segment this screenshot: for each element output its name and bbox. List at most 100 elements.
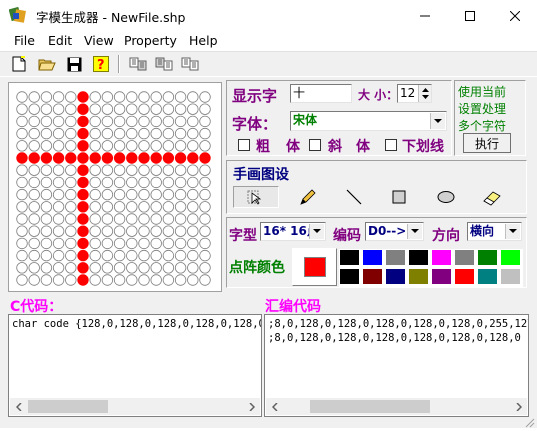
dot-off[interactable]	[65, 103, 77, 115]
palette-swatch[interactable]	[408, 249, 429, 266]
asm-code-scrollbar[interactable]	[266, 398, 527, 415]
c-code-box[interactable]: char code {128,0,128,0,128,0,128,0,128,0…	[8, 314, 262, 417]
dot-off[interactable]	[187, 225, 199, 237]
line-tool-button[interactable]	[331, 186, 377, 208]
dot-off[interactable]	[40, 91, 53, 103]
dot-off[interactable]	[16, 140, 28, 152]
dot-on[interactable]	[187, 152, 199, 164]
dot-off[interactable]	[101, 249, 114, 262]
dot-off[interactable]	[40, 115, 53, 128]
dot-off[interactable]	[150, 127, 162, 140]
type-dropdown-arrow[interactable]	[309, 224, 324, 239]
dot-off[interactable]	[28, 262, 40, 274]
dot-off[interactable]	[65, 164, 77, 176]
dot-off[interactable]	[28, 201, 40, 213]
dot-off[interactable]	[52, 140, 65, 152]
dot-off[interactable]	[199, 188, 211, 201]
dot-on[interactable]	[150, 152, 162, 164]
dot-off[interactable]	[138, 262, 150, 274]
dot-on[interactable]	[40, 152, 53, 164]
save-file-button[interactable]	[64, 54, 84, 74]
dot-off[interactable]	[101, 188, 114, 201]
dot-off[interactable]	[40, 103, 53, 115]
dot-on[interactable]	[77, 164, 89, 176]
dot-on[interactable]	[89, 152, 101, 164]
asm-code-box[interactable]: ;8,0,128,0,128,0,128,0,128,0,128,0,255,1…	[264, 314, 529, 417]
dot-off[interactable]	[199, 262, 211, 274]
dot-on[interactable]	[162, 152, 175, 164]
dot-off[interactable]	[162, 103, 175, 115]
dot-off[interactable]	[101, 103, 114, 115]
dot-off[interactable]	[126, 201, 138, 213]
dot-on[interactable]	[199, 152, 211, 164]
dot-off[interactable]	[199, 213, 211, 225]
dot-off[interactable]	[113, 103, 126, 115]
dot-off[interactable]	[199, 103, 211, 115]
palette-swatch[interactable]	[362, 249, 383, 266]
dot-off[interactable]	[40, 274, 53, 286]
dot-off[interactable]	[126, 188, 138, 201]
dot-off[interactable]	[101, 201, 114, 213]
dot-off[interactable]	[199, 91, 211, 103]
dot-off[interactable]	[28, 225, 40, 237]
dot-off[interactable]	[199, 164, 211, 176]
dot-off[interactable]	[40, 262, 53, 274]
dot-on[interactable]	[77, 103, 89, 115]
dot-off[interactable]	[52, 201, 65, 213]
dot-off[interactable]	[162, 176, 175, 189]
dot-off[interactable]	[138, 213, 150, 225]
dot-off[interactable]	[89, 91, 101, 103]
dot-off[interactable]	[52, 274, 65, 286]
dot-off[interactable]	[89, 201, 101, 213]
dot-off[interactable]	[162, 127, 175, 140]
dot-off[interactable]	[126, 140, 138, 152]
dot-off[interactable]	[199, 201, 211, 213]
dot-on[interactable]	[77, 262, 89, 274]
dot-on[interactable]	[77, 249, 89, 262]
dot-off[interactable]	[40, 237, 53, 250]
dot-off[interactable]	[65, 176, 77, 189]
dot-off[interactable]	[16, 274, 28, 286]
dot-off[interactable]	[65, 237, 77, 250]
dot-off[interactable]	[113, 115, 126, 128]
dot-off[interactable]	[126, 115, 138, 128]
dot-off[interactable]	[150, 262, 162, 274]
dot-off[interactable]	[89, 140, 101, 152]
palette-swatch[interactable]	[408, 268, 429, 285]
scroll-left-button[interactable]	[266, 398, 283, 415]
dot-off[interactable]	[174, 188, 187, 201]
size-spinner[interactable]: 12	[397, 84, 432, 103]
dot-off[interactable]	[89, 176, 101, 189]
dot-on[interactable]	[113, 152, 126, 164]
dot-on[interactable]	[77, 213, 89, 225]
current-color-box[interactable]	[292, 248, 337, 286]
dot-off[interactable]	[174, 262, 187, 274]
dot-off[interactable]	[150, 201, 162, 213]
dot-off[interactable]	[52, 176, 65, 189]
dot-on[interactable]	[77, 115, 89, 128]
dot-off[interactable]	[126, 91, 138, 103]
direction-select[interactable]: 横向	[467, 222, 522, 241]
palette-swatch[interactable]	[362, 268, 383, 285]
dot-off[interactable]	[113, 213, 126, 225]
font-dropdown-arrow[interactable]	[430, 113, 445, 129]
dot-off[interactable]	[65, 225, 77, 237]
dot-off[interactable]	[138, 201, 150, 213]
palette-swatch[interactable]	[454, 268, 475, 285]
dot-off[interactable]	[16, 262, 28, 274]
dot-off[interactable]	[65, 127, 77, 140]
dot-off[interactable]	[52, 127, 65, 140]
dot-off[interactable]	[138, 115, 150, 128]
dot-off[interactable]	[101, 274, 114, 286]
dot-off[interactable]	[16, 164, 28, 176]
dot-off[interactable]	[174, 213, 187, 225]
dot-off[interactable]	[126, 127, 138, 140]
dot-off[interactable]	[162, 140, 175, 152]
dot-off[interactable]	[126, 164, 138, 176]
dot-off[interactable]	[174, 103, 187, 115]
dot-on[interactable]	[101, 152, 114, 164]
dot-off[interactable]	[113, 188, 126, 201]
c-code-scrollbar[interactable]	[10, 398, 260, 415]
dot-off[interactable]	[89, 249, 101, 262]
bold-checkbox[interactable]	[238, 139, 250, 151]
